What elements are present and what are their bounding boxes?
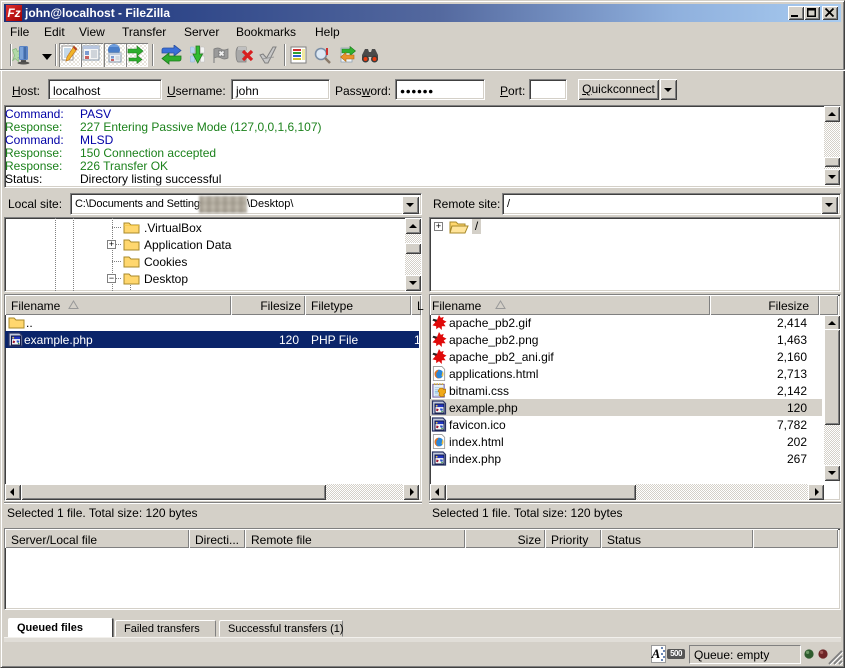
svg-text:A: A: [651, 646, 661, 661]
